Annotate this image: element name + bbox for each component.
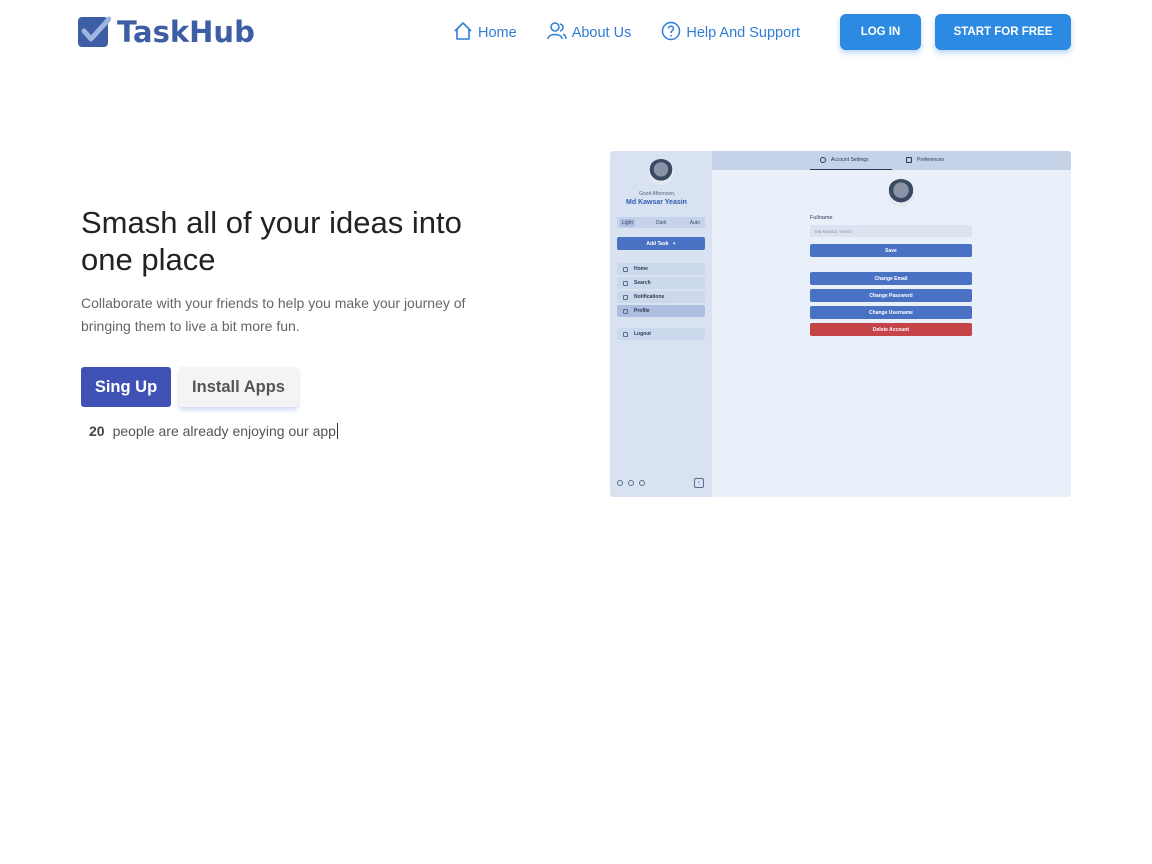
install-apps-button[interactable]: Install Apps [179, 367, 298, 407]
preview-github-icon [639, 480, 645, 486]
preview-home-icon [623, 266, 628, 272]
preview-theme-dark: Dark [655, 219, 667, 226]
nav-about-label: About Us [571, 25, 632, 41]
preview-search-icon [623, 280, 628, 286]
preview-help-icon [617, 480, 623, 486]
preview-menu-search: Search [617, 277, 705, 289]
preview-users-icon [628, 480, 634, 486]
preview-plus-icon: + [672, 240, 676, 247]
preview-change-email-button: Change Email [810, 272, 972, 285]
preview-theme-light: Light [620, 218, 635, 227]
login-button[interactable]: LOG IN [840, 14, 921, 50]
preview-tab-account: Account Settings [820, 157, 869, 163]
preview-theme-switch: Light Dark Auto [617, 217, 705, 228]
preview-menu-label: Home [634, 266, 648, 272]
preview-tab-underline [810, 169, 892, 170]
preview-theme-auto: Auto [689, 219, 700, 226]
preview-change-username-button: Change Username [810, 306, 972, 319]
users-count-line: 20 people are already enjoying our app [89, 423, 338, 439]
logo-check-icon [77, 15, 112, 49]
home-icon [453, 21, 478, 45]
preview-account-icon [820, 157, 826, 163]
preview-menu-label: Profile [634, 308, 650, 314]
preview-profile-avatar [887, 179, 915, 207]
preview-sidebar: Good Afternoon, Md Kawsar Yeasin Light D… [610, 151, 712, 497]
preview-change-password-button: Change Password [810, 289, 972, 302]
preview-menu-label: Search [634, 280, 651, 286]
preview-menu-notifications: Notifications [617, 291, 705, 303]
users-icon [546, 21, 572, 45]
preview-greeting: Good Afternoon, [639, 191, 676, 197]
preview-menu-logout: Logout [617, 328, 705, 340]
signup-button[interactable]: Sing Up [81, 367, 171, 407]
preview-tab-label: Preferences [917, 157, 944, 163]
start-free-button[interactable]: START FOR FREE [935, 14, 1071, 50]
preview-tab-preferences: Preferences [906, 157, 944, 163]
nav-home-label: Home [478, 25, 517, 41]
preview-user-icon [623, 308, 628, 314]
nav-about[interactable]: About Us [546, 21, 632, 45]
preview-tabs: Account Settings Preferences [712, 151, 1071, 170]
preview-menu-home: Home [617, 263, 705, 275]
preview-logout-icon [623, 331, 628, 337]
main-nav: Home About Us Help And Support [453, 21, 830, 45]
preview-collapse-icon: ‹ [694, 478, 704, 488]
preview-bell-icon [623, 294, 628, 300]
preview-menu-label: Notifications [634, 294, 665, 300]
preview-fullname-label: Fullname [810, 215, 833, 221]
preview-add-task-label: Add Task [646, 240, 669, 247]
nav-help[interactable]: Help And Support [661, 21, 800, 45]
app-preview-image: Good Afternoon, Md Kawsar Yeasin Light D… [610, 151, 1071, 497]
help-circle-icon [661, 21, 686, 45]
nav-home[interactable]: Home [453, 21, 517, 45]
preview-save-button: Save [810, 244, 972, 257]
text-cursor [336, 423, 338, 439]
hero-subtitle: Collaborate with your friends to help yo… [81, 295, 466, 334]
users-text: people are already enjoying our app [112, 423, 336, 439]
preview-tab-label: Account Settings [831, 157, 869, 163]
brand-logo[interactable]: TaskHub [77, 15, 255, 49]
preview-grid-icon [906, 157, 912, 163]
nav-help-label: Help And Support [686, 25, 801, 41]
preview-delete-account-button: Delete Account [810, 323, 972, 336]
hero-title: Smash all of your ideas into one place [81, 205, 462, 277]
preview-add-task: Add Task + [617, 237, 705, 250]
preview-menu-profile: Profile [617, 305, 705, 317]
preview-fullname-input: Md Kawsar Yeasin [810, 225, 972, 237]
users-count: 20 [89, 423, 105, 439]
preview-menu-label: Logout [634, 331, 651, 337]
preview-avatar [648, 159, 674, 185]
preview-username: Md Kawsar Yeasin [626, 199, 687, 206]
brand-name: TaskHub [117, 15, 255, 49]
